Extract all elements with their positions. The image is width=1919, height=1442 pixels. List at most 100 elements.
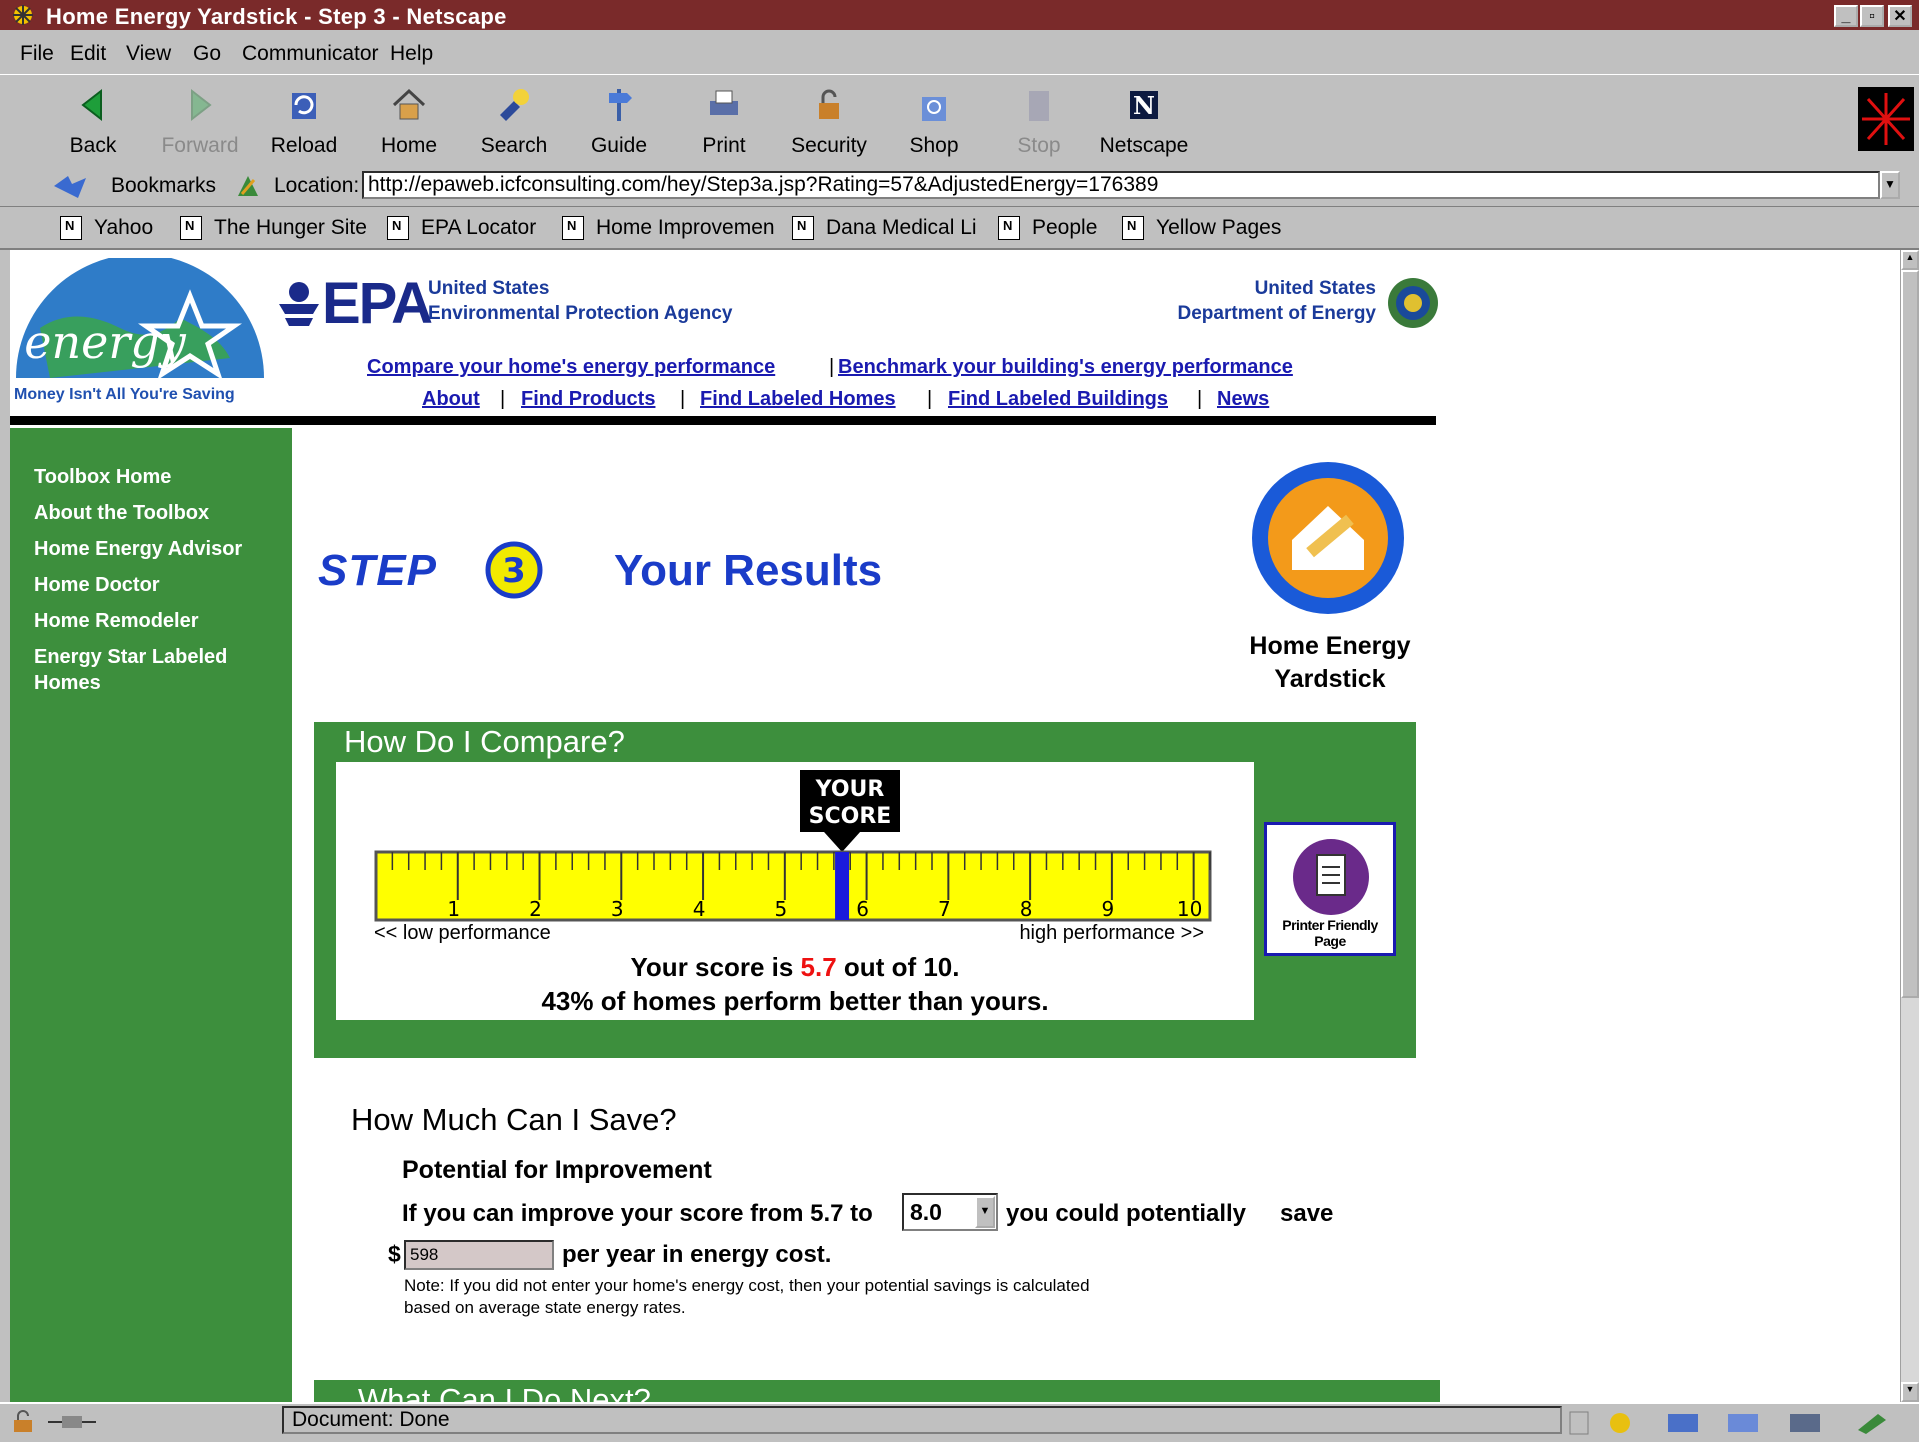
vertical-scrollbar[interactable]: ▲ ▼ bbox=[1900, 250, 1919, 1402]
close-button[interactable]: ✕ bbox=[1888, 5, 1912, 27]
bookmarks-icon[interactable] bbox=[50, 172, 90, 200]
back-arrow-icon bbox=[81, 88, 102, 122]
ruler-tick-label: 6 bbox=[856, 897, 869, 921]
scroll-up-button[interactable]: ▲ bbox=[1901, 250, 1919, 270]
nav-news[interactable]: News bbox=[1217, 388, 1269, 411]
scroll-down-button[interactable]: ▼ bbox=[1901, 1382, 1919, 1402]
guide-signpost-icon bbox=[609, 89, 632, 121]
next-heading: What Can I Do Next? bbox=[358, 1382, 651, 1402]
score-pointer-arrow bbox=[824, 832, 861, 852]
energy-star-tagline: Money Isn't All You're Saving bbox=[14, 386, 235, 403]
component-bar[interactable] bbox=[1568, 1410, 1908, 1436]
print-button[interactable]: Print bbox=[676, 83, 772, 165]
sidebar-about-toolbox[interactable]: About the Toolbox bbox=[34, 500, 209, 526]
ruler-tick-label: 2 bbox=[529, 897, 542, 921]
home-icon bbox=[392, 88, 426, 120]
epa-line1: United States bbox=[428, 278, 550, 299]
netscape-throbber-icon[interactable] bbox=[1858, 87, 1914, 151]
svg-text:3: 3 bbox=[502, 551, 526, 591]
note-line2: based on average state energy rates. bbox=[404, 1298, 686, 1317]
printer-friendly-icon bbox=[1293, 839, 1369, 915]
sidebar-home-remodeler[interactable]: Home Remodeler bbox=[34, 608, 199, 634]
shop-button[interactable]: Shop bbox=[886, 83, 982, 165]
nav-find-products[interactable]: Find Products bbox=[521, 388, 655, 411]
page-viewport: energy Money Isn't All You're Saving EPA… bbox=[10, 250, 1900, 1402]
stop-icon bbox=[1029, 91, 1049, 121]
bookmark-page-icon bbox=[562, 216, 584, 241]
netscape-button[interactable]: N Netscape bbox=[1096, 83, 1192, 165]
ruler-tick-label: 1 bbox=[447, 897, 460, 921]
bookmark-epa-locator[interactable]: EPA Locator bbox=[387, 216, 536, 241]
navigation-toolbar: Back Forward Reload Home Search Guide Pr… bbox=[0, 74, 1919, 168]
reload-button[interactable]: Reload bbox=[256, 83, 352, 165]
sidebar-home-energy-advisor[interactable]: Home Energy Advisor bbox=[34, 536, 242, 562]
forward-arrow-icon bbox=[191, 88, 212, 122]
sidebar-energy-star-labeled-homes[interactable]: Energy Star Labeled Homes bbox=[34, 644, 227, 696]
svg-text:energy: energy bbox=[24, 315, 187, 369]
minimize-button[interactable]: _ bbox=[1834, 5, 1858, 27]
search-button[interactable]: Search bbox=[466, 83, 562, 165]
menu-communicator[interactable]: Communicator bbox=[242, 42, 379, 66]
save-word: save bbox=[1280, 1200, 1334, 1227]
score-ruler: YOUR SCORE 1 2 3 4 5 6 7 8 9 10 bbox=[374, 770, 1212, 922]
ruler-tick-label: 7 bbox=[938, 897, 951, 921]
window-titlebar[interactable]: Home Energy Yardstick - Step 3 - Netscap… bbox=[0, 0, 1919, 30]
page-proxy-icon[interactable] bbox=[234, 172, 262, 200]
benchmark-building-link[interactable]: Benchmark your building's energy perform… bbox=[838, 356, 1293, 379]
score-value: 5.7 bbox=[800, 952, 837, 982]
back-button[interactable]: Back bbox=[45, 83, 141, 165]
nav-find-labeled-buildings[interactable]: Find Labeled Buildings bbox=[948, 388, 1168, 411]
sidebar-home-doctor[interactable]: Home Doctor bbox=[34, 572, 160, 598]
bookmark-yahoo[interactable]: Yahoo bbox=[60, 216, 153, 241]
ruler-tick-label: 5 bbox=[774, 897, 787, 921]
security-lock-icon[interactable] bbox=[10, 1410, 36, 1434]
nav-separator: | bbox=[680, 388, 686, 410]
bookmark-home-improvement[interactable]: Home Improvemen bbox=[562, 216, 775, 241]
menu-go[interactable]: Go bbox=[193, 42, 221, 66]
security-button[interactable]: Security bbox=[781, 83, 877, 165]
nav-find-labeled-homes[interactable]: Find Labeled Homes bbox=[700, 388, 896, 411]
bookmark-page-icon bbox=[792, 216, 814, 241]
compare-home-link[interactable]: Compare your home's energy performance bbox=[367, 356, 775, 379]
compare-heading: How Do I Compare? bbox=[344, 724, 625, 759]
stop-button[interactable]: Stop bbox=[991, 83, 1087, 165]
menu-bar: File Edit View Go Communicator Help bbox=[0, 32, 1919, 72]
bookmark-yellow-pages[interactable]: Yellow Pages bbox=[1122, 216, 1281, 241]
svg-text:N: N bbox=[1133, 91, 1155, 120]
bookmark-people[interactable]: People bbox=[998, 216, 1097, 241]
ruler-tick-label: 3 bbox=[611, 897, 624, 921]
ruler-tick-label: 8 bbox=[1020, 897, 1033, 921]
bookmark-dana-medical[interactable]: Dana Medical Li bbox=[792, 216, 977, 241]
url-input[interactable]: http://epaweb.icfconsulting.com/hey/Step… bbox=[362, 171, 1880, 199]
low-performance-label: << low performance bbox=[374, 922, 551, 944]
bookmark-page-icon bbox=[180, 216, 202, 241]
bookmark-page-icon bbox=[1122, 216, 1144, 241]
doe-seal-icon bbox=[1388, 278, 1438, 328]
padlock-icon bbox=[819, 89, 839, 119]
bookmarks-button[interactable]: Bookmarks bbox=[111, 174, 216, 198]
forward-button[interactable]: Forward bbox=[152, 83, 248, 165]
maximize-button[interactable]: ▫ bbox=[1860, 5, 1884, 27]
epa-flower-icon bbox=[279, 282, 319, 326]
home-button[interactable]: Home bbox=[361, 83, 457, 165]
bookmark-hunger-site[interactable]: The Hunger Site bbox=[180, 216, 367, 241]
page-title: Your Results bbox=[614, 546, 883, 595]
savings-amount-field[interactable]: 598 bbox=[404, 1240, 554, 1270]
doe-line1: United States bbox=[1254, 278, 1376, 299]
sidebar-toolbox-home[interactable]: Toolbox Home bbox=[34, 464, 171, 490]
chevron-down-icon[interactable]: ▼ bbox=[975, 1196, 995, 1228]
dollar-sign: $ bbox=[388, 1241, 401, 1267]
scroll-thumb[interactable] bbox=[1901, 270, 1919, 998]
menu-edit[interactable]: Edit bbox=[70, 42, 106, 66]
ruler-body bbox=[374, 850, 1212, 922]
netscape-n-icon: N bbox=[1130, 91, 1158, 120]
menu-file[interactable]: File bbox=[20, 42, 54, 66]
url-dropdown-button[interactable]: ▼ bbox=[1880, 171, 1900, 199]
menu-help[interactable]: Help bbox=[390, 42, 433, 66]
printer-friendly-button[interactable]: Printer Friendly Page bbox=[1264, 822, 1396, 956]
menu-view[interactable]: View bbox=[126, 42, 171, 66]
target-score-select[interactable]: 8.0 ▼ bbox=[902, 1193, 998, 1231]
high-performance-label: high performance >> bbox=[1019, 922, 1204, 944]
guide-button[interactable]: Guide bbox=[571, 83, 667, 165]
nav-about[interactable]: About bbox=[422, 388, 480, 411]
